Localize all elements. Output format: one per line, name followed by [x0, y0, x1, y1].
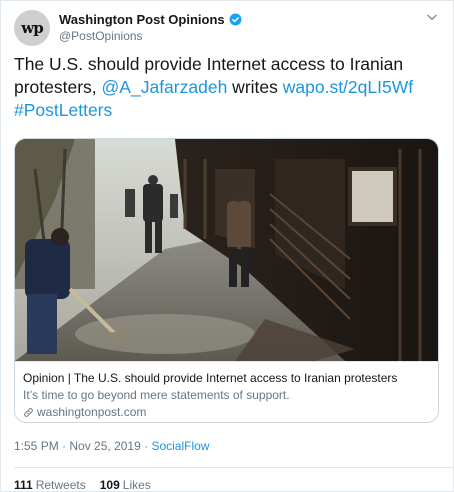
divider — [14, 467, 453, 468]
tweet-text-part: writes — [227, 77, 283, 97]
chevron-down-icon[interactable] — [425, 10, 439, 24]
card-photo — [15, 139, 438, 361]
tweet: wp Washington Post Opinions @PostOpinion… — [0, 0, 454, 492]
avatar[interactable]: wp — [14, 10, 50, 46]
author-name[interactable]: Washington Post Opinions — [59, 12, 225, 27]
tweet-source[interactable]: SocialFlow — [151, 439, 209, 453]
tweet-meta: 1:55 PM · Nov 25, 2019 · SocialFlow — [14, 439, 209, 453]
likes-count: 109 — [99, 478, 120, 492]
card-domain: washingtonpost.com — [23, 405, 432, 419]
hashtag-link[interactable]: #PostLetters — [14, 100, 112, 120]
retweets-stat[interactable]: 111 Retweets — [14, 478, 86, 492]
card-description: It’s time to go beyond mere statements o… — [23, 388, 290, 402]
likes-stat[interactable]: 109 Likes — [100, 478, 151, 492]
likes-label: Likes — [122, 478, 151, 492]
author-handle[interactable]: @PostOpinions — [59, 29, 143, 43]
url-link[interactable]: wapo.st/2qLI5Wf — [283, 77, 413, 97]
card-domain-text: washingtonpost.com — [37, 405, 147, 419]
author-name-row: Washington Post Opinions — [59, 12, 242, 27]
tweet-stats: 111 Retweets 109 Likes — [14, 478, 165, 492]
link-icon — [24, 407, 33, 417]
tweet-time[interactable]: 1:55 PM — [14, 439, 59, 453]
card-body[interactable]: Opinion | The U.S. should provide Intern… — [15, 361, 438, 422]
retweets-label: Retweets — [35, 478, 86, 492]
card-title[interactable]: Opinion | The U.S. should provide Intern… — [23, 371, 432, 385]
tweet-text: The U.S. should provide Internet access … — [14, 53, 439, 122]
verified-badge-icon — [229, 13, 242, 26]
avatar-logo: wp — [21, 19, 43, 37]
mention-link[interactable]: @A_Jafarzadeh — [102, 77, 228, 97]
retweets-count: 111 — [14, 478, 33, 492]
tweet-date[interactable]: Nov 25, 2019 — [69, 439, 140, 453]
meta-separator: · — [58, 439, 70, 453]
meta-separator: · — [140, 439, 152, 453]
link-card[interactable]: Opinion | The U.S. should provide Intern… — [14, 138, 439, 423]
